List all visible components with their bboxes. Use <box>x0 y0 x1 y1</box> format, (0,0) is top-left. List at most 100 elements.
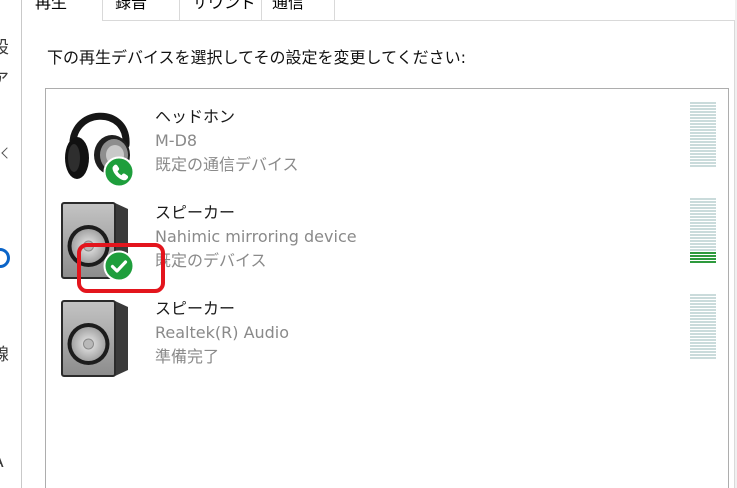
meter-bar <box>690 117 716 119</box>
meter-bar <box>690 234 716 236</box>
speaker-icon <box>61 300 128 377</box>
tab-communications[interactable]: 通信 <box>262 0 335 20</box>
meter-bar <box>690 105 716 107</box>
meter-bar <box>690 123 716 125</box>
meter-bar <box>690 351 716 353</box>
meter-bar <box>690 150 716 152</box>
meter-bar <box>690 330 716 332</box>
meter-bar <box>690 303 716 305</box>
meter-bar <box>690 120 716 122</box>
device-info: ヘッドホン M-D8 既定の通信デバイス <box>155 105 299 177</box>
meter-bar <box>690 312 716 314</box>
meter-bar <box>690 108 716 110</box>
tab-sounds[interactable]: サウンド <box>180 0 262 20</box>
device-name: ヘッドホン <box>155 107 236 126</box>
meter-bar <box>690 261 716 263</box>
meter-bar <box>690 144 716 146</box>
device-row-headphones[interactable]: ヘッドホン M-D8 既定の通信デバイス <box>46 96 728 192</box>
tab-strip-divider <box>103 20 735 21</box>
meter-bar <box>690 204 716 206</box>
device-name: スピーカー <box>155 203 236 222</box>
meter-bar <box>690 306 716 308</box>
tab-label: 再生 <box>35 0 68 12</box>
meter-bar <box>690 129 716 131</box>
tab-recording[interactable]: 録音 <box>103 0 180 20</box>
background-text-fragment: ア <box>0 70 9 90</box>
meter-bar <box>690 228 716 230</box>
meter-bar <box>690 159 716 161</box>
meter-bar <box>690 219 716 221</box>
device-info: スピーカー Realtek(R) Audio 準備完了 <box>155 297 289 369</box>
device-info: スピーカー Nahimic mirroring device 既定のデバイス <box>155 201 357 273</box>
device-description: M-D8 <box>155 131 198 150</box>
meter-bar <box>690 249 716 251</box>
phone-badge-icon <box>103 156 135 188</box>
meter-bar <box>690 222 716 224</box>
meter-bar <box>690 156 716 158</box>
tab-label: サウンド <box>192 0 257 12</box>
meter-bar <box>690 111 716 113</box>
meter-bar <box>690 318 716 320</box>
meter-bar <box>690 327 716 329</box>
meter-bar <box>690 255 716 257</box>
meter-bar <box>690 339 716 341</box>
background-text-fragment: A <box>0 453 4 471</box>
device-status: 既定のデバイス <box>155 251 267 270</box>
instruction-text: 下の再生デバイスを選択してその設定を変更してください: <box>47 48 466 67</box>
meter-bar <box>690 258 716 260</box>
meter-bar <box>690 333 716 335</box>
meter-bar <box>690 237 716 239</box>
meter-bar <box>690 132 716 134</box>
meter-bar <box>690 201 716 203</box>
meter-bar <box>690 297 716 299</box>
meter-bar <box>690 315 716 317</box>
device-name: スピーカー <box>155 299 236 318</box>
meter-bar <box>690 210 716 212</box>
meter-bar <box>690 114 716 116</box>
meter-bar <box>690 165 716 167</box>
chevron-left-icon <box>1 147 13 159</box>
meter-bar <box>690 216 716 218</box>
device-status: 準備完了 <box>155 347 220 366</box>
meter-bar <box>690 243 716 245</box>
meter-bar <box>690 225 716 227</box>
highlight-box <box>77 243 165 293</box>
meter-bar <box>690 198 716 200</box>
meter-bar <box>690 246 716 248</box>
meter-bar <box>690 153 716 155</box>
meter-bar <box>690 300 716 302</box>
background-text-fragment: 設 <box>0 38 9 58</box>
meter-bar <box>690 342 716 344</box>
meter-bar <box>690 252 716 254</box>
meter-bar <box>690 336 716 338</box>
tab-label: 録音 <box>115 0 148 12</box>
meter-bar <box>690 357 716 359</box>
meter-bar <box>690 231 716 233</box>
blue-app-icon <box>0 248 10 268</box>
level-meter <box>690 198 716 264</box>
meter-bar <box>690 348 716 350</box>
device-description: Nahimic mirroring device <box>155 227 357 246</box>
meter-bar <box>690 321 716 323</box>
meter-bar <box>690 102 716 104</box>
meter-bar <box>690 135 716 137</box>
meter-bar <box>690 141 716 143</box>
meter-bar <box>690 240 716 242</box>
meter-bar <box>690 354 716 356</box>
meter-bar <box>690 147 716 149</box>
tab-playback[interactable]: 再生 <box>22 0 103 21</box>
meter-bar <box>690 324 716 326</box>
device-description: Realtek(R) Audio <box>155 323 290 342</box>
level-meter <box>690 102 716 168</box>
tab-label: 通信 <box>272 0 305 12</box>
device-row-speaker-realtek[interactable]: スピーカー Realtek(R) Audio 準備完了 <box>46 288 728 384</box>
meter-bar <box>690 138 716 140</box>
meter-bar <box>690 294 716 296</box>
device-status: 既定の通信デバイス <box>155 155 299 174</box>
meter-bar <box>690 162 716 164</box>
meter-bar <box>690 126 716 128</box>
meter-bar <box>690 345 716 347</box>
meter-bar <box>690 309 716 311</box>
level-meter <box>690 294 716 360</box>
background-text-fragment: 線 <box>0 345 9 365</box>
